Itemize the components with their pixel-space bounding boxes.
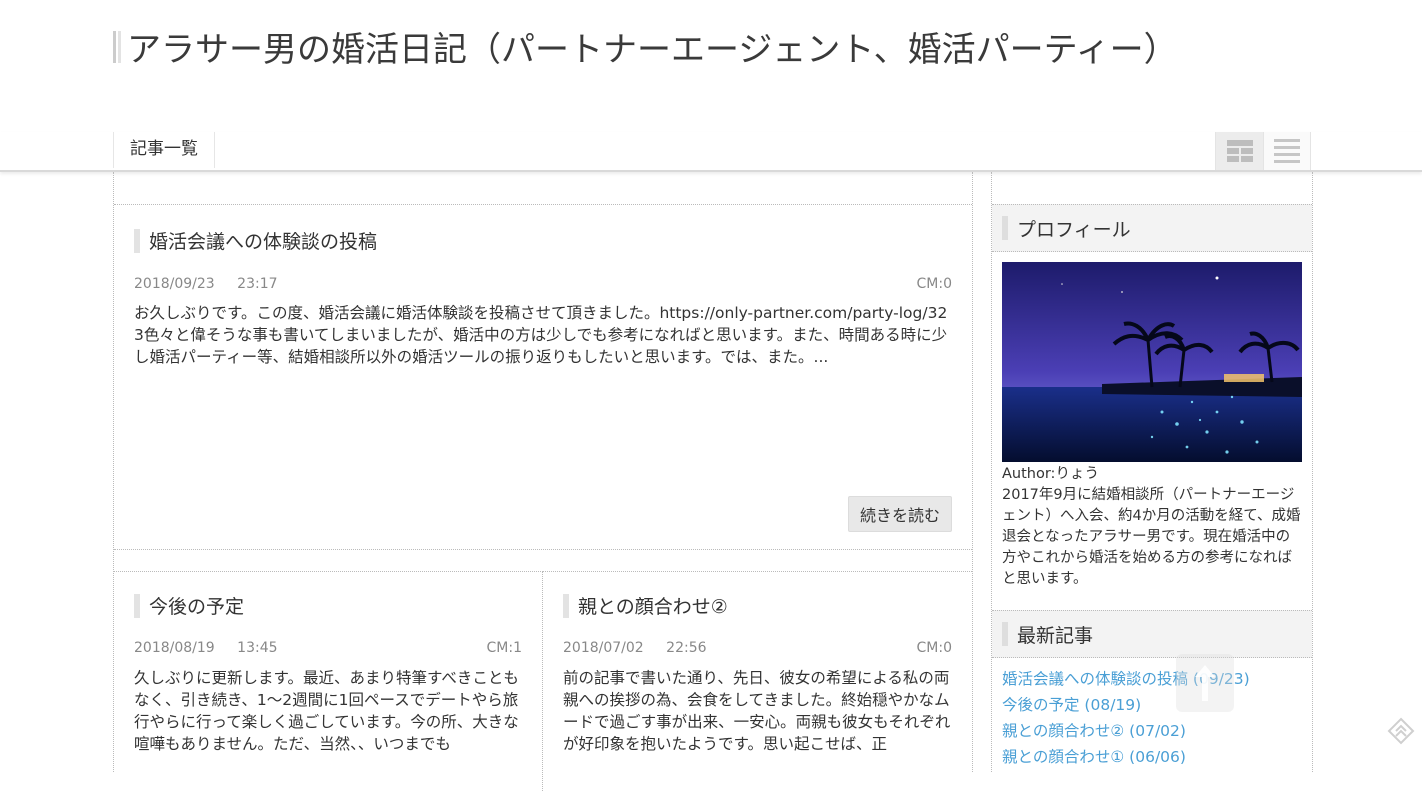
profile-image xyxy=(1002,262,1302,462)
post-date: 2018/08/19 xyxy=(134,640,215,656)
post-excerpt: 久しぶりに更新します。最近、あまり特筆すべきこともなく、引き続き、1〜2週間に1… xyxy=(134,669,519,753)
post-time: 23:17 xyxy=(237,276,278,292)
sidebar: プロフィール Author:りょう 2017年9月に結婚相談所（パートナーエージ… xyxy=(991,172,1313,772)
post-title-wrap: 親との顔合わせ② xyxy=(563,592,728,619)
grid-view-icon xyxy=(1226,140,1253,162)
profile-image-art xyxy=(1002,262,1302,462)
heading-bar xyxy=(1002,622,1008,646)
recent-post-link[interactable]: 親との顔合わせ① (06/06) xyxy=(1002,744,1302,770)
profile-text: Author:りょう 2017年9月に結婚相談所（パートナーエージェント）へ入会… xyxy=(1002,464,1302,590)
post-title-bar xyxy=(134,593,140,618)
profile-heading-text: プロフィール xyxy=(1017,218,1131,241)
post-comment-count[interactable]: CM:0 xyxy=(917,640,952,656)
site-header: アラサー男の婚活日記（パートナーエージェント、婚活パーティー） xyxy=(0,0,1422,132)
post-title-wrap: 今後の予定 xyxy=(134,592,244,619)
post-card: 親との顔合わせ② 2018/07/02 22:56 CM:0 前の記事で書いた通… xyxy=(543,571,972,791)
post-title-bar xyxy=(134,228,140,253)
recent-post-link[interactable]: 今後の予定 (08/19) xyxy=(1002,692,1302,718)
list-view-toggle[interactable] xyxy=(1263,132,1311,170)
post-meta: 2018/07/02 22:56 xyxy=(563,640,707,656)
post-meta: 2018/09/23 23:17 xyxy=(134,276,278,292)
post-card: 今後の予定 2018/08/19 13:45 CM:1 久しぶりに更新します。最… xyxy=(114,571,543,791)
post-time: 13:45 xyxy=(237,640,278,656)
heading-bar xyxy=(1002,216,1008,240)
scroll-to-top-button[interactable] xyxy=(1176,654,1234,712)
post-title[interactable]: 今後の予定 xyxy=(149,592,244,619)
post-meta: 2018/08/19 13:45 xyxy=(134,640,278,656)
main-column: 婚活会議への体験談の投稿 2018/09/23 23:17 CM:0 お久しぶり… xyxy=(113,172,973,791)
post-title[interactable]: 婚活会議への体験談の投稿 xyxy=(149,227,377,254)
post-excerpt: お久しぶりです。この度、婚活会議に婚活体験談を投稿させて頂きました。https:… xyxy=(134,304,948,366)
post-comment-count[interactable]: CM:1 xyxy=(487,640,522,656)
recent-posts-section: 最新記事 婚活会議への体験談の投稿 (09/23) 今後の予定 (08/19) … xyxy=(992,610,1312,780)
post-title-bar xyxy=(563,593,569,618)
post-time: 22:56 xyxy=(666,640,707,656)
post-title-wrap: 婚活会議への体験談の投稿 xyxy=(134,227,377,254)
recent-heading-text: 最新記事 xyxy=(1017,624,1094,647)
post-date: 2018/07/02 xyxy=(563,640,644,656)
pagetop-icon[interactable] xyxy=(1386,716,1416,746)
recent-post-link[interactable]: 婚活会議への体験談の投稿 (09/23) xyxy=(1002,666,1302,692)
arrow-up-icon xyxy=(1195,665,1215,701)
list-view-icon xyxy=(1274,139,1300,163)
profile-section: プロフィール Author:りょう 2017年9月に結婚相談所（パートナーエージ… xyxy=(992,204,1312,610)
recent-posts-list: 婚活会議への体験談の投稿 (09/23) 今後の予定 (08/19) 親との顔合… xyxy=(1002,666,1302,770)
pagetop-icon-svg xyxy=(1387,717,1415,745)
profile-author: Author:りょう xyxy=(1002,466,1099,482)
title-accent-bar xyxy=(113,30,121,63)
profile-heading: プロフィール xyxy=(992,204,1312,252)
post-card-featured: 婚活会議への体験談の投稿 2018/09/23 23:17 CM:0 お久しぶり… xyxy=(114,204,972,550)
recent-heading: 最新記事 xyxy=(992,610,1312,658)
profile-bio: 2017年9月に結婚相談所（パートナーエージェント）へ入会、約4か月の活動を経て… xyxy=(1002,487,1301,587)
read-more-button[interactable]: 続きを読む xyxy=(847,496,952,532)
nav-item-article-list[interactable]: 記事一覧 xyxy=(113,132,215,168)
site-title[interactable]: アラサー男の婚活日記（パートナーエージェント、婚活パーティー） xyxy=(127,22,1178,71)
site-title-wrap: アラサー男の婚活日記（パートナーエージェント、婚活パーティー） xyxy=(113,22,1178,71)
nav-bar: 記事一覧 xyxy=(0,132,1422,172)
post-title[interactable]: 親との顔合わせ② xyxy=(578,592,728,619)
recent-post-link[interactable]: 親との顔合わせ② (07/02) xyxy=(1002,718,1302,744)
post-comment-count[interactable]: CM:0 xyxy=(917,276,952,292)
post-excerpt: 前の記事で書いた通り、先日、彼女の希望による私の両親への挨拶の為、会食をしてきま… xyxy=(563,669,951,753)
grid-view-toggle[interactable] xyxy=(1215,132,1263,170)
post-date: 2018/09/23 xyxy=(134,276,215,292)
